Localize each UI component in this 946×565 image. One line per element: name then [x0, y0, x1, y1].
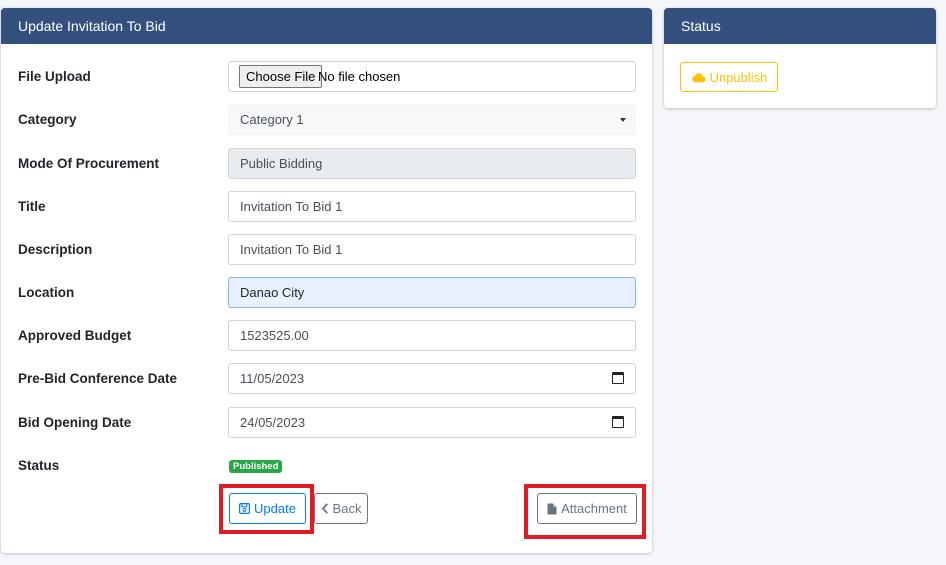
update-highlight-box [219, 484, 314, 534]
bid-opening-date-value: 24/05/2023 [240, 415, 306, 430]
budget-row: Approved Budget 1523525.00 [1, 320, 652, 352]
calendar-icon[interactable] [612, 372, 624, 384]
location-input[interactable]: Danao City [228, 277, 636, 308]
location-label: Location [18, 285, 75, 300]
bid-opening-row: Bid Opening Date 24/05/2023 [1, 407, 652, 439]
bid-opening-label: Bid Opening Date [18, 415, 132, 430]
calendar-icon[interactable] [612, 416, 624, 428]
bid-opening-date-input[interactable]: 24/05/2023 [228, 407, 636, 438]
cloud-icon [691, 72, 706, 83]
chevron-left-icon [321, 503, 329, 514]
mode-row: Mode Of Procurement Public Bidding [1, 148, 652, 180]
unpublish-button[interactable]: Unpublish [680, 62, 778, 92]
category-row: Category Category 1 [1, 104, 652, 136]
unpublish-button-label: Unpublish [709, 69, 768, 85]
status-label: Status [18, 458, 60, 473]
status-card: Status Unpublish [664, 8, 936, 108]
prebid-date-value: 11/05/2023 [240, 371, 305, 386]
choose-file-button[interactable]: Choose File [239, 65, 323, 88]
budget-label: Approved Budget [18, 328, 132, 343]
update-invitation-card: Update Invitation To Bid File Upload Cho… [1, 8, 652, 553]
file-upload-input[interactable]: Choose File No file chosen [228, 61, 636, 92]
title-label: Title [18, 199, 46, 214]
description-row: Description Invitation To Bid 1 [1, 234, 652, 266]
category-select[interactable]: Category 1 [228, 104, 636, 135]
file-status-text: No file chosen [318, 69, 401, 84]
mode-of-procurement-field: Public Bidding [228, 148, 636, 179]
attachment-highlight-box [524, 484, 646, 539]
status-row: Status Published [1, 450, 652, 482]
category-label: Category [18, 112, 77, 127]
status-card-title: Status [664, 8, 936, 44]
back-button[interactable]: Back [314, 493, 368, 524]
category-value: Category 1 [240, 112, 304, 127]
prebid-date-input[interactable]: 11/05/2023 [228, 363, 636, 394]
description-input[interactable]: Invitation To Bid 1 [228, 234, 636, 265]
file-upload-label: File Upload [18, 69, 91, 84]
approved-budget-input[interactable]: 1523525.00 [228, 320, 636, 351]
location-row: Location Danao City [1, 277, 652, 309]
file-upload-row: File Upload Choose File No file chosen [1, 61, 652, 93]
prebid-label: Pre-Bid Conference Date [18, 371, 178, 386]
caret-down-icon [620, 118, 626, 122]
title-row: Title Invitation To Bid 1 [1, 191, 652, 223]
status-badge: Published [229, 460, 283, 473]
card-title: Update Invitation To Bid [1, 8, 652, 44]
mode-label: Mode Of Procurement [18, 156, 160, 171]
back-button-label: Back [332, 501, 362, 516]
title-input[interactable]: Invitation To Bid 1 [228, 191, 636, 222]
prebid-row: Pre-Bid Conference Date 11/05/2023 [1, 363, 652, 395]
description-label: Description [18, 242, 93, 257]
